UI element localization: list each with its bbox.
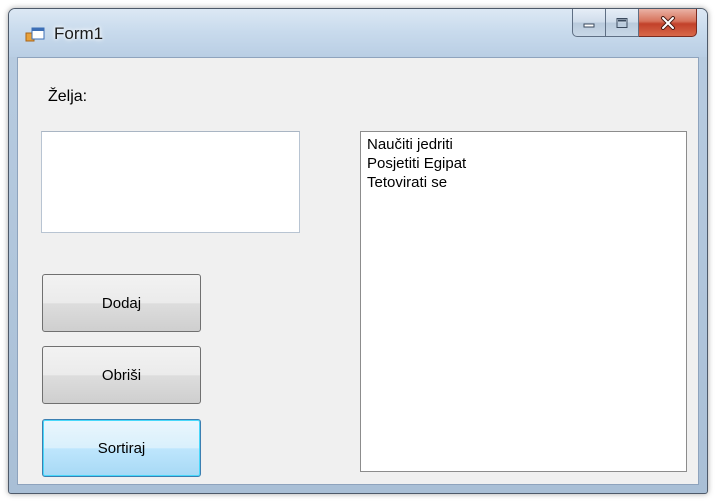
close-icon: [660, 15, 675, 30]
wish-input[interactable]: [41, 131, 300, 233]
maximize-icon: [616, 17, 628, 28]
add-button[interactable]: Dodaj: [42, 274, 201, 332]
minimize-icon: [583, 23, 595, 27]
sort-button[interactable]: Sortiraj: [42, 419, 201, 477]
window-title: Form1: [54, 24, 104, 43]
form-client-area: Želja: Dodaj Obriši Sortiraj Naučiti jed…: [17, 57, 699, 485]
wish-label: Želja:: [48, 88, 88, 105]
wish-listbox[interactable]: Naučiti jedriti Posjetiti Egipat Tetovir…: [360, 131, 687, 472]
maximize-button[interactable]: [606, 9, 639, 37]
title-bar[interactable]: Form1: [9, 9, 707, 57]
minimize-button[interactable]: [572, 9, 606, 37]
list-item[interactable]: Tetovirati se: [367, 173, 680, 192]
list-item[interactable]: Naučiti jedriti: [367, 135, 680, 154]
caption-buttons: [572, 9, 697, 39]
close-button[interactable]: [639, 9, 697, 37]
delete-button[interactable]: Obriši: [42, 346, 201, 404]
form-app-icon: [25, 27, 45, 42]
application-window: Form1 Želja: Dodaj Obriši Sortiraj Nauči…: [8, 8, 708, 494]
list-item[interactable]: Posjetiti Egipat: [367, 154, 680, 173]
